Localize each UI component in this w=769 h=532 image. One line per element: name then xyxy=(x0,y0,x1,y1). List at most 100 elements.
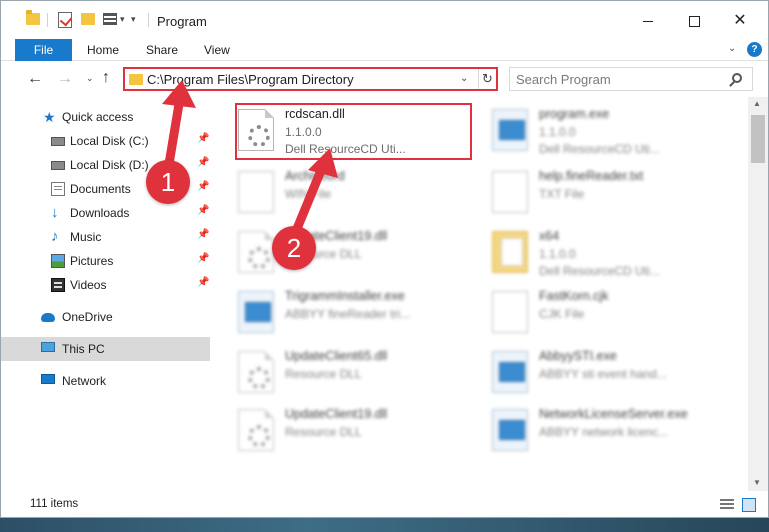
toolbar-divider xyxy=(148,13,149,27)
file-name: x64 xyxy=(539,229,560,243)
ribbon-tabs: File Home Share View ⌄ ? xyxy=(1,39,768,61)
file-item[interactable]: TrigrammInstaller.exe ABBYY fineReader t… xyxy=(210,283,445,339)
sidebar-item-this-pc[interactable]: This PC xyxy=(1,337,210,361)
refresh-icon[interactable]: ↻ xyxy=(478,69,496,89)
details-view-icon[interactable] xyxy=(720,499,734,511)
help-icon[interactable]: ? xyxy=(747,42,762,57)
pin-icon[interactable]: 📌 xyxy=(197,181,209,192)
drive-icon xyxy=(51,137,65,146)
pictures-icon xyxy=(51,254,65,268)
pin-icon[interactable]: 📌 xyxy=(197,157,209,168)
file-item[interactable]: NetworkLicenseServer.exe ABBYY network l… xyxy=(464,401,699,457)
step-callout-1: 1 xyxy=(146,160,190,204)
pin-icon[interactable]: 📌 xyxy=(197,229,209,240)
address-bar[interactable]: C:\Program Files\Program Directory ⌄ ↻ xyxy=(123,67,498,91)
file-name: TrigrammInstaller.exe xyxy=(285,289,405,303)
minimize-button[interactable] xyxy=(625,7,671,35)
sidebar-item-onedrive[interactable]: OneDrive xyxy=(1,305,210,329)
pin-icon[interactable]: 📌 xyxy=(197,205,209,216)
sidebar-item-quick-access[interactable]: ★ Quick access xyxy=(1,105,210,129)
file-type: TXT File xyxy=(539,187,585,201)
dll-file-icon xyxy=(238,109,274,151)
file-item[interactable]: FastKorn.cjk CJK File xyxy=(464,283,699,339)
sidebar-item-label: Quick access xyxy=(62,110,134,124)
scroll-up-icon[interactable]: ▲ xyxy=(753,99,761,108)
sidebar-item-label: Videos xyxy=(70,278,107,292)
exe-file-icon xyxy=(238,291,274,333)
scroll-down-icon[interactable]: ▼ xyxy=(753,478,761,487)
sidebar-item-pictures[interactable]: Pictures 📌 xyxy=(1,249,210,273)
file-item[interactable]: UpdateClient19.dll Resource DLL xyxy=(210,401,445,457)
up-arrow-icon[interactable]: ↑ xyxy=(102,69,110,87)
file-list: rcdscan.dll 1.1.0.0 Dell ResourceCD Uti.… xyxy=(210,97,748,491)
folder-icon xyxy=(26,10,40,25)
file-item[interactable]: x64 1.1.0.0 Dell ResourceCD Uti... xyxy=(464,223,699,279)
rename-icon[interactable] xyxy=(103,13,117,25)
download-icon: ↓ xyxy=(51,204,59,221)
tab-file[interactable]: File xyxy=(15,39,72,61)
vertical-scrollbar[interactable]: ▲ ▼ xyxy=(748,97,768,491)
tab-share[interactable]: Share xyxy=(146,39,178,61)
sidebar-item-label: OneDrive xyxy=(62,310,113,324)
address-path[interactable]: C:\Program Files\Program Directory xyxy=(147,72,354,87)
file-type: CJK File xyxy=(539,307,585,321)
file-name: FastKorn.cjk xyxy=(539,289,609,303)
file-explorer-window: ▾ ▾ Program ✕ File Home Share View ⌄ ? ←… xyxy=(0,0,769,518)
onedrive-icon xyxy=(41,313,55,322)
pin-icon[interactable]: 📌 xyxy=(197,277,209,288)
tab-view[interactable]: View xyxy=(204,39,230,61)
videos-icon xyxy=(51,278,65,292)
pin-icon[interactable]: 📌 xyxy=(197,253,209,264)
properties-check-icon[interactable] xyxy=(58,12,72,28)
forward-arrow-icon[interactable]: → xyxy=(57,70,73,88)
file-name: program.exe xyxy=(539,107,610,121)
sidebar-item-music[interactable]: ♪ Music 📌 xyxy=(1,225,210,249)
exe-file-icon xyxy=(492,351,528,393)
folder-file-icon xyxy=(492,231,528,273)
tiles-view-icon[interactable] xyxy=(742,498,756,512)
sidebar-item-label: This PC xyxy=(62,342,105,356)
sidebar-item-local-disk-c[interactable]: Local Disk (C:) 📌 xyxy=(1,129,210,153)
expand-ribbon-icon[interactable]: ⌄ xyxy=(728,43,736,54)
file-item-rcdscan[interactable]: rcdscan.dll 1.1.0.0 Dell ResourceCD Uti.… xyxy=(210,101,445,157)
title-bar: ▾ ▾ Program ✕ xyxy=(1,1,768,39)
sidebar-item-downloads[interactable]: ↓ Downloads 📌 xyxy=(1,201,210,225)
tab-home[interactable]: Home xyxy=(87,39,119,61)
file-type: WIN File xyxy=(285,187,331,201)
sidebar-item-videos[interactable]: Videos 📌 xyxy=(1,273,210,297)
drive-icon xyxy=(51,161,65,170)
chevron-down-icon[interactable]: ▾ xyxy=(120,14,125,25)
file-item[interactable]: UpdateClient65.dll Resource DLL xyxy=(210,343,445,399)
file-description: ABBYY sti event hand... xyxy=(539,367,667,381)
file-name: UpdateClient65.dll xyxy=(285,349,388,363)
recent-locations-icon[interactable]: ⌄ xyxy=(86,73,94,84)
file-name: AbbyySTI.exe xyxy=(539,349,617,363)
exe-file-icon xyxy=(492,109,528,151)
desktop-background xyxy=(0,518,769,532)
sidebar-item-network[interactable]: Network xyxy=(1,369,210,393)
scrollbar-thumb[interactable] xyxy=(751,115,765,163)
file-version: 1.1.0.0 xyxy=(539,125,576,139)
close-button[interactable]: ✕ xyxy=(717,7,763,35)
file-item[interactable]: help.fineReader.txt TXT File xyxy=(464,163,699,219)
search-icon[interactable] xyxy=(732,73,742,83)
computer-icon xyxy=(41,342,55,352)
file-item[interactable]: program.exe 1.1.0.0 Dell ResourceCD Uti.… xyxy=(464,101,699,157)
maximize-button[interactable] xyxy=(671,7,717,35)
file-item[interactable]: AbbyySTI.exe ABBYY sti event hand... xyxy=(464,343,699,399)
file-item[interactable]: UpdateClient19.dll Resource DLL xyxy=(210,223,445,279)
search-box[interactable] xyxy=(509,67,753,91)
navigation-bar: ← → ⌄ ↑ C:\Program Files\Program Directo… xyxy=(1,62,768,96)
file-item[interactable]: Archiveord WIN File xyxy=(210,163,445,219)
step-callout-2: 2 xyxy=(272,226,316,270)
chevron-down-icon[interactable]: ⌄ xyxy=(460,73,468,84)
new-folder-icon[interactable] xyxy=(81,13,95,25)
search-input[interactable] xyxy=(516,71,726,87)
file-description: Dell ResourceCD Uti... xyxy=(539,264,660,278)
file-name: help.fineReader.txt xyxy=(539,169,644,183)
customize-toolbar-icon[interactable]: ▾ xyxy=(131,14,136,25)
back-arrow-icon[interactable]: ← xyxy=(27,70,43,88)
sidebar-item-label: Local Disk (D:) xyxy=(70,158,149,172)
file-name: NetworkLicenseServer.exe xyxy=(539,407,688,421)
pin-icon[interactable]: 📌 xyxy=(197,133,209,144)
